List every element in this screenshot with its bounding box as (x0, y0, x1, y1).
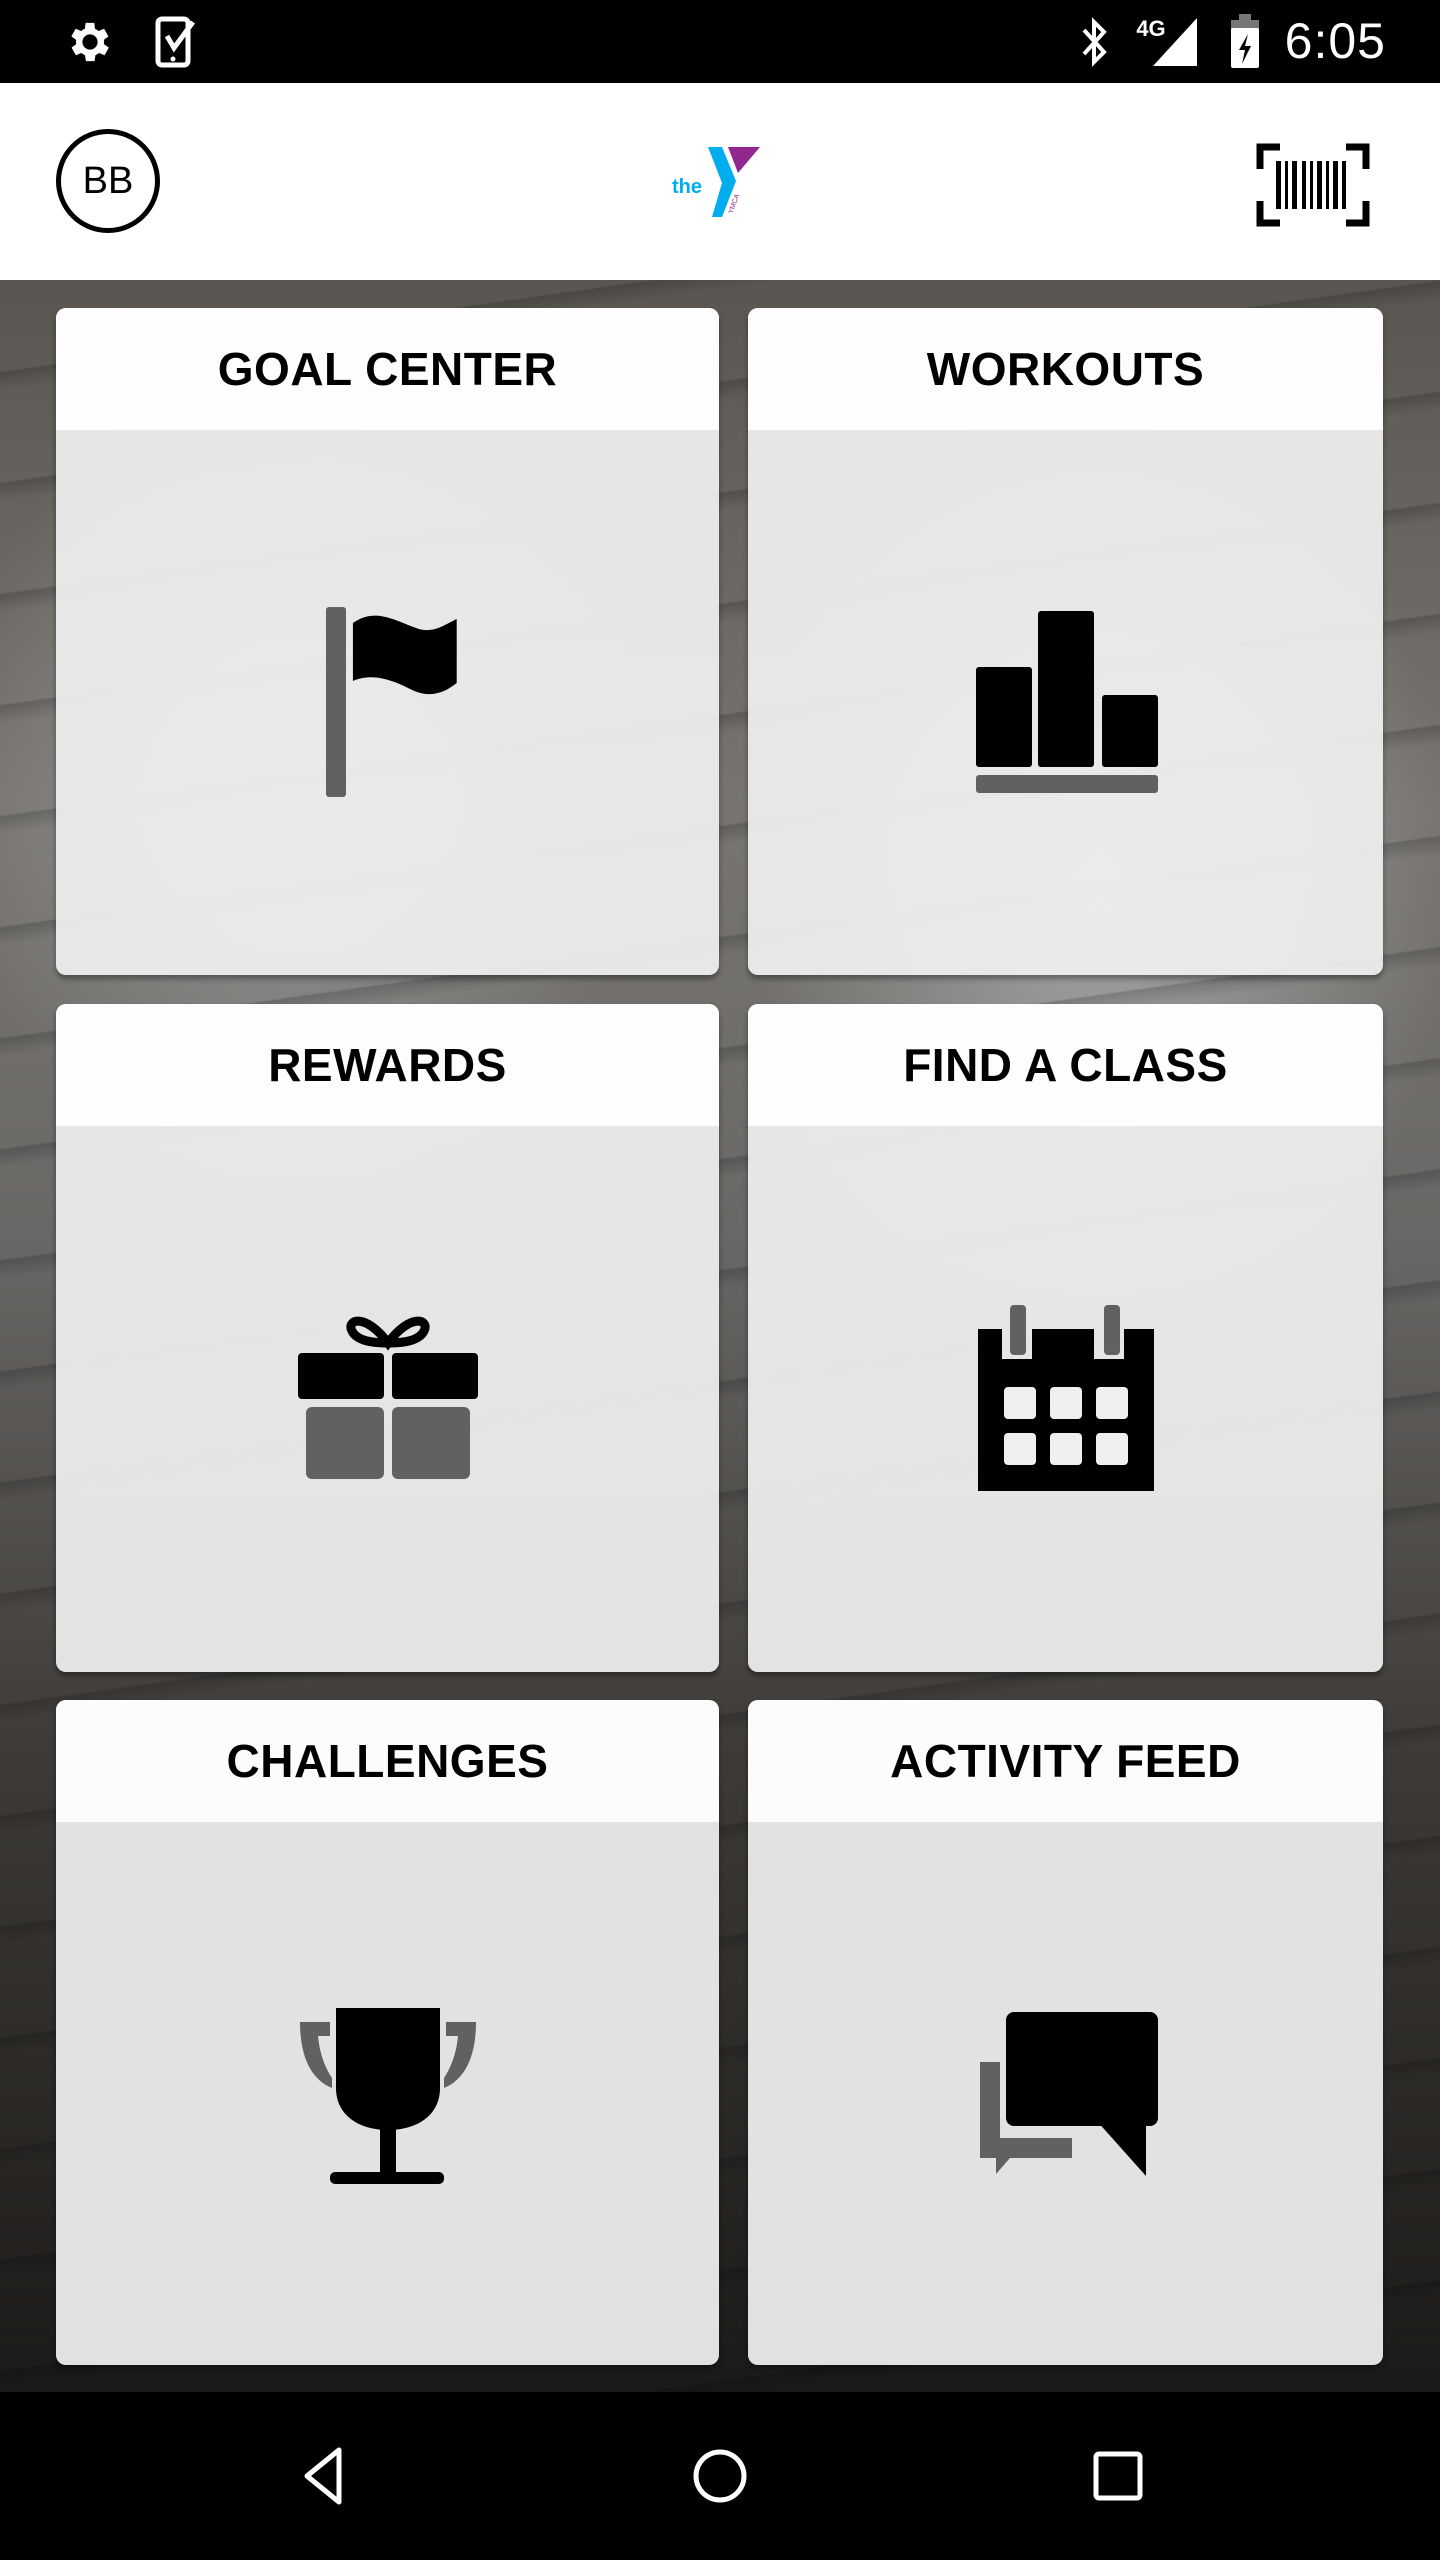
avatar-initials: BB (82, 159, 134, 202)
system-nav-bar (0, 2392, 1440, 2560)
app-header: BB the YMCA (0, 83, 1440, 280)
tile-goal-center[interactable]: GOAL CENTER (56, 308, 719, 975)
tile-title: ACTIVITY FEED (890, 1735, 1241, 1787)
recents-button[interactable] (1078, 2436, 1158, 2516)
bluetooth-icon (1075, 16, 1115, 68)
calendar-icon (977, 1305, 1154, 1491)
tile-title: REWARDS (268, 1039, 507, 1091)
tile-title: CHALLENGES (226, 1735, 549, 1787)
tile-rewards[interactable]: REWARDS (56, 1004, 719, 1672)
home-icon (693, 2449, 747, 2503)
trophy-icon (299, 2007, 476, 2184)
gift-icon (297, 1316, 478, 1479)
status-time: 6:05 (1284, 13, 1386, 69)
flag-icon (325, 606, 457, 797)
barcode-scan-icon (1256, 143, 1370, 227)
tile-title: WORKOUTS (926, 343, 1205, 395)
battery-charging-icon (1228, 14, 1262, 68)
avatar[interactable]: BB (56, 129, 160, 233)
home-button[interactable] (680, 2436, 760, 2516)
tile-workouts[interactable]: WORKOUTS (748, 308, 1383, 975)
bar-chart-icon (975, 610, 1158, 793)
tile-title: GOAL CENTER (217, 343, 558, 395)
chat-bubbles-icon (979, 2011, 1158, 2176)
phone-check-icon (152, 16, 202, 68)
back-button[interactable] (283, 2436, 363, 2516)
logo-text: the (672, 176, 702, 198)
tile-challenges[interactable]: CHALLENGES (56, 1700, 719, 2365)
dashboard-grid: GOAL CENTER WORKOUTS REWARDS FIND A CLAS… (0, 280, 1440, 2392)
status-bar: 4G 6:05 (0, 0, 1440, 83)
cellular-signal-icon (1150, 16, 1200, 68)
barcode-scan-button[interactable] (1256, 143, 1370, 227)
back-icon (304, 2447, 342, 2505)
tile-activity-feed[interactable]: ACTIVITY FEED (748, 1700, 1383, 2365)
tile-find-a-class[interactable]: FIND A CLASS (748, 1004, 1383, 1672)
settings-icon (62, 16, 118, 68)
recents-icon (1093, 2451, 1143, 2501)
ymca-logo: the YMCA (670, 143, 770, 223)
tile-title: FIND A CLASS (903, 1039, 1228, 1091)
